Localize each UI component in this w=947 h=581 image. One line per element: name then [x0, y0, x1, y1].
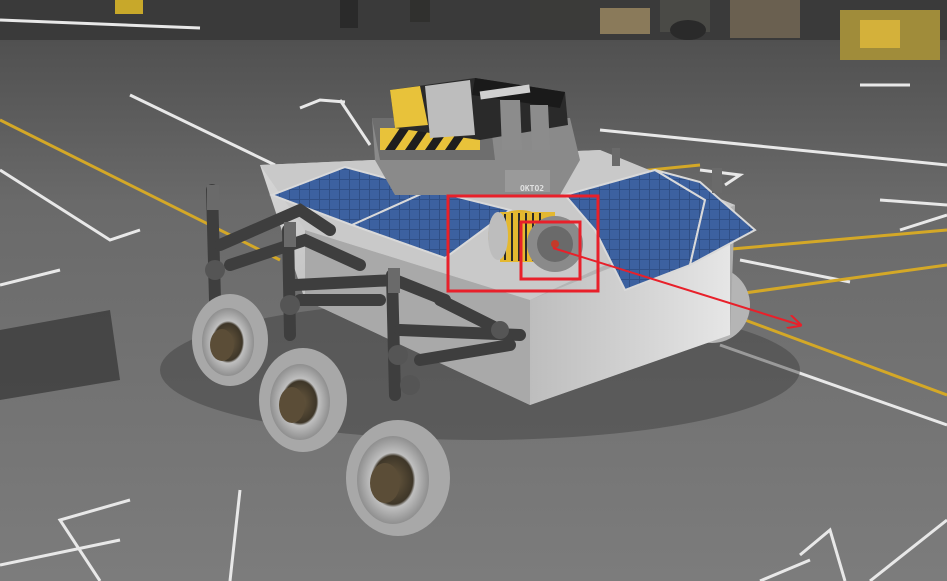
wheel-rear-left[interactable]: [346, 420, 450, 536]
wheel-front-left[interactable]: [192, 294, 268, 386]
probe-core-label: OKTO2: [520, 184, 544, 193]
wheel-middle-left[interactable]: [259, 348, 347, 452]
game-viewport[interactable]: OKTO2: [0, 0, 947, 581]
